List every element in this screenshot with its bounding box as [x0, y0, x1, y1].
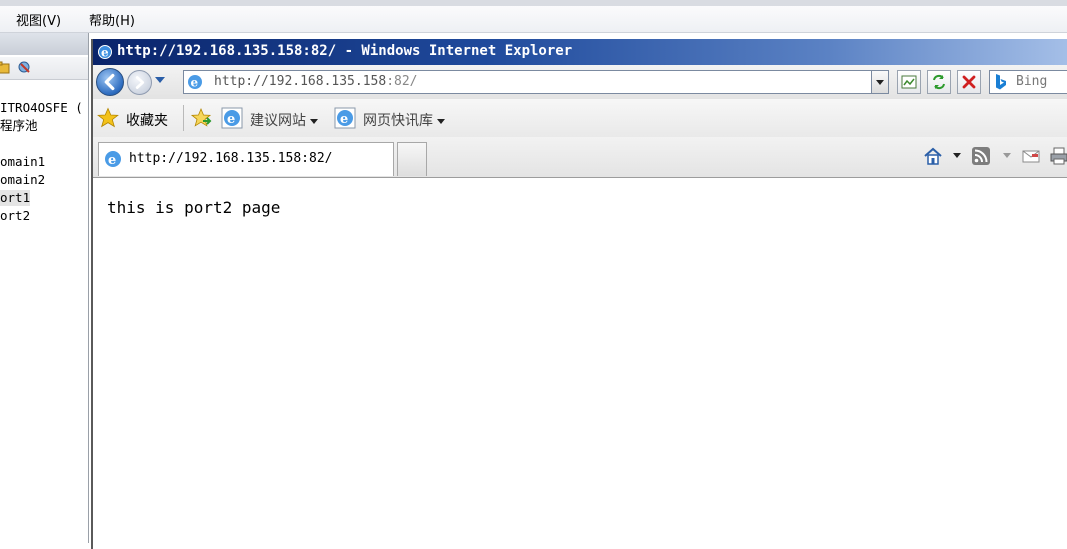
- chevron-down-icon: [310, 118, 318, 124]
- compatibility-icon: [901, 75, 917, 89]
- connections-toolbar: [0, 57, 88, 80]
- menu-view[interactable]: 视图(V): [14, 10, 63, 29]
- forward-arrow-icon: [135, 76, 145, 89]
- background-menu-bar: 视图(V) 帮助(H): [0, 6, 1067, 33]
- search-provider-label: Bing: [1016, 74, 1048, 89]
- favorites-button[interactable]: 收藏夹: [126, 110, 168, 130]
- refresh-icon: [933, 74, 945, 90]
- svg-text:e: e: [227, 112, 235, 127]
- page-ie-icon: e: [188, 75, 202, 90]
- back-arrow-icon: [104, 73, 115, 91]
- back-button[interactable]: [96, 68, 124, 96]
- address-host: http://192.168.135.158: [214, 74, 387, 89]
- print-icon[interactable]: [1049, 146, 1067, 166]
- favorites-bar: 收藏夹 e 建议网站 e 网页快讯库: [93, 99, 1067, 138]
- web-slice-gallery-button[interactable]: 网页快讯库: [363, 110, 445, 130]
- tree-item-port2[interactable]: ort2: [0, 208, 30, 224]
- web-slice-ie-icon: e: [334, 107, 356, 129]
- tree-item-domain1[interactable]: omain1: [0, 154, 45, 170]
- ie-logo-icon: e: [98, 45, 112, 60]
- svg-text:e: e: [108, 153, 116, 168]
- tree-item-server[interactable]: ITRO4OSFE (: [0, 100, 83, 116]
- read-mail-icon[interactable]: [1021, 146, 1041, 166]
- home-dropdown-icon[interactable]: [953, 153, 961, 158]
- svg-text:e: e: [340, 112, 348, 127]
- connect-icon[interactable]: [18, 60, 32, 74]
- tab-label: http://192.168.135.158:82/: [129, 151, 333, 166]
- web-slice-label: 网页快讯库: [363, 113, 433, 129]
- feeds-dropdown-icon[interactable]: [1003, 153, 1011, 158]
- page-body-text: this is port2 page: [107, 198, 281, 217]
- address-port: :82/: [386, 74, 418, 89]
- address-bar[interactable]: e http://192.168.135.158:82/: [183, 70, 889, 94]
- tab-row: e http://192.168.135.158:82/: [93, 137, 1067, 178]
- add-to-favorites-icon[interactable]: [190, 107, 212, 129]
- menu-help[interactable]: 帮助(H): [87, 10, 137, 29]
- tab-current-page[interactable]: e http://192.168.135.158:82/: [98, 142, 394, 176]
- svg-text:e: e: [191, 76, 199, 90]
- favorites-separator: [183, 105, 184, 131]
- new-tab-button[interactable]: [397, 142, 427, 176]
- bing-logo-icon: [996, 74, 1006, 90]
- forward-button[interactable]: [127, 70, 152, 95]
- svg-text:e: e: [101, 46, 109, 60]
- recent-pages-dropdown[interactable]: [155, 77, 165, 83]
- suggested-sites-ie-icon: e: [221, 107, 243, 129]
- stop-button[interactable]: [957, 70, 981, 94]
- feeds-icon[interactable]: [971, 146, 991, 166]
- home-icon[interactable]: [923, 146, 943, 166]
- internet-explorer-window: e http://192.168.135.158:82/ - Windows I…: [91, 39, 1067, 549]
- connections-pane-header: [0, 33, 88, 55]
- address-dropdown[interactable]: [871, 70, 889, 94]
- suggested-sites-label: 建议网站: [250, 113, 306, 129]
- tree-item-domain2[interactable]: omain2: [0, 172, 45, 188]
- stop-x-icon: [962, 75, 976, 89]
- address-text: http://192.168.135.158:82/: [214, 74, 418, 89]
- search-box[interactable]: Bing: [989, 70, 1067, 94]
- connections-pane: ITRO4OSFE ( 程序池 omain1 omain2 ort1 ort2: [0, 33, 89, 543]
- window-title-bar[interactable]: e http://192.168.135.158:82/ - Windows I…: [93, 39, 1067, 65]
- tree-item-app-pools[interactable]: 程序池: [0, 118, 38, 134]
- tab-ie-icon: e: [105, 151, 121, 168]
- tree-item-port1[interactable]: ort1: [0, 190, 31, 206]
- navigation-bar: e http://192.168.135.158:82/ Bing: [93, 65, 1067, 99]
- refresh-button[interactable]: [927, 70, 951, 94]
- compatibility-view-button[interactable]: [897, 70, 921, 94]
- folder-icon[interactable]: [0, 60, 10, 74]
- page-content: this is port2 page: [93, 178, 1067, 549]
- suggested-sites-button[interactable]: 建议网站: [250, 110, 318, 130]
- chevron-down-icon: [437, 118, 445, 124]
- favorites-star-icon[interactable]: [97, 107, 119, 129]
- window-title: http://192.168.135.158:82/ - Windows Int…: [117, 43, 573, 59]
